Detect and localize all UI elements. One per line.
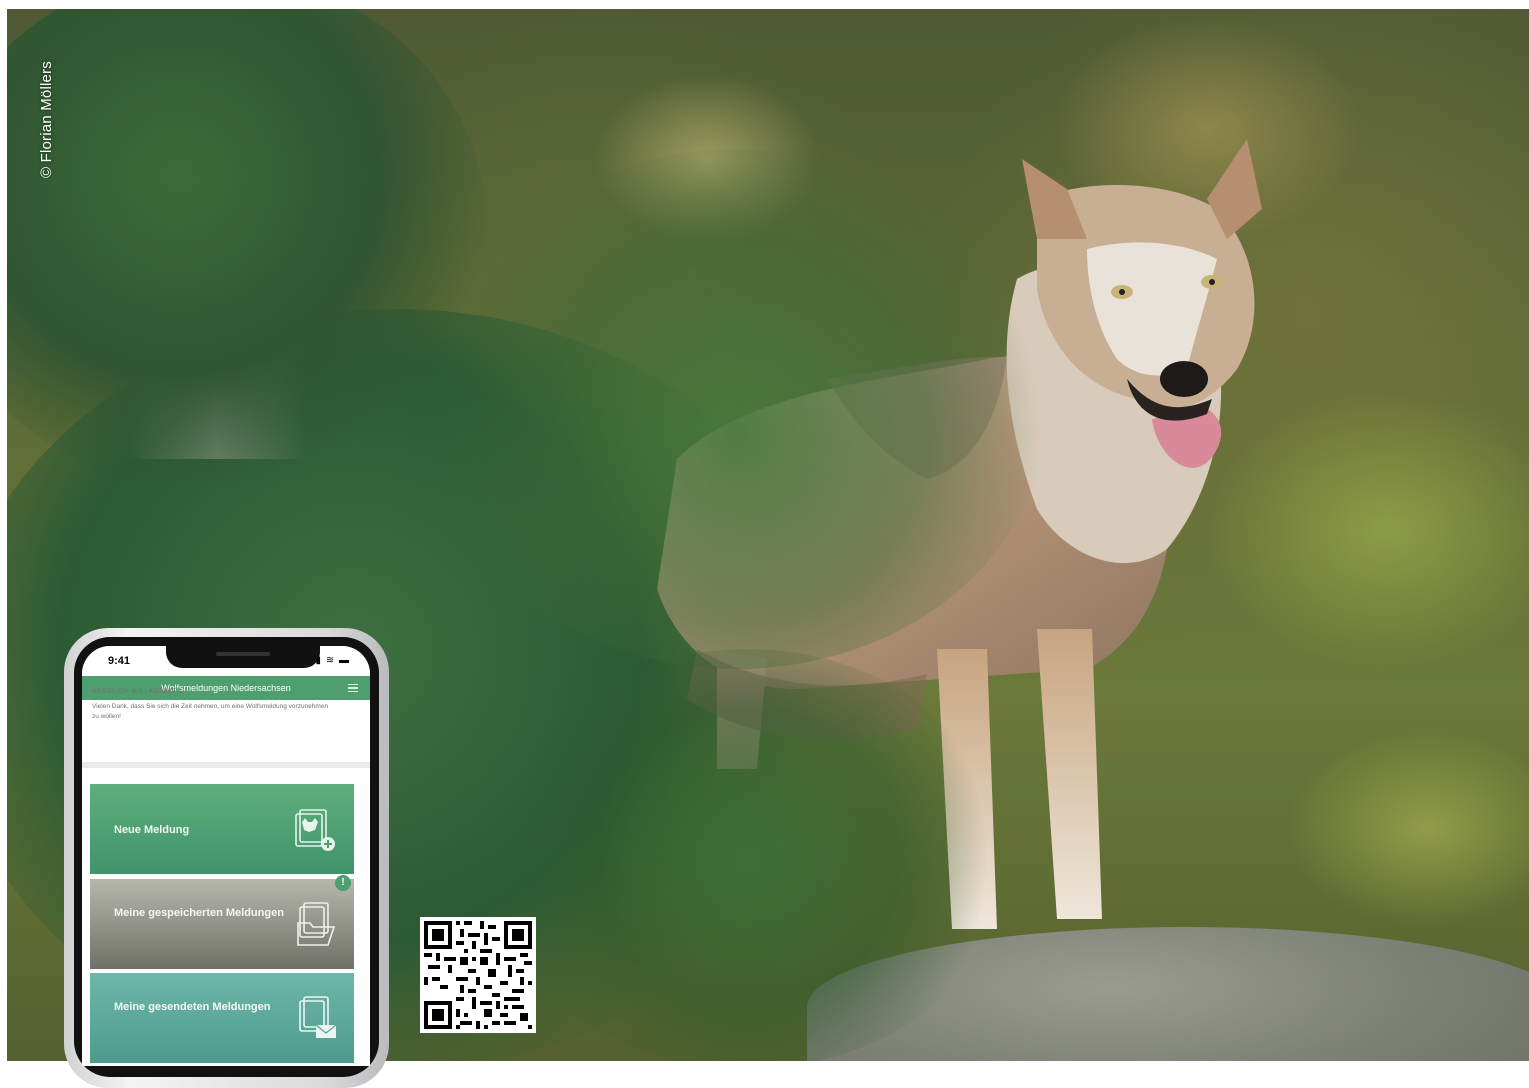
saved-reports-button[interactable]: Meine gespeicherten Meldungen ! [90,875,354,969]
wolf-report-add-icon [295,809,335,851]
spruce-branch-bottom [487,649,1007,1061]
welcome-title: HERZLICH WILLKOMMEN [92,688,183,695]
photo-credit: © Florian Möllers [38,61,55,178]
qr-code[interactable] [420,917,536,1033]
new-report-button[interactable]: Neue Meldung [90,784,354,874]
spruce-branch-center [427,149,1047,669]
sent-reports-label: Meine gesendeten Meldungen [114,1001,271,1013]
phone-notch [166,646,320,668]
hamburger-menu-icon[interactable] [348,684,358,692]
qr-code-icon [420,917,536,1033]
divider [82,762,370,768]
speaker-grille [216,652,270,656]
status-time: 9:41 [108,655,131,667]
sent-mail-icon [299,996,337,1038]
phone-mockup: 9:41 ▮▮▮ ≋ ▬ Wolfsmeldungen Niedersachse… [64,628,389,1088]
saved-folder-icon [297,902,336,946]
saved-reports-label: Meine gespeicherten Meldungen [114,907,284,919]
welcome-text: Vielen Dank, dass Sie sich die Zeit nehm… [92,703,329,720]
sent-reports-button[interactable]: Meine gesendeten Meldungen [90,973,354,1063]
app-screen: 9:41 ▮▮▮ ≋ ▬ Wolfsmeldungen Niedersachse… [82,646,370,1066]
new-report-label: Neue Meldung [114,824,190,836]
saved-reports-badge: ! [335,875,351,891]
